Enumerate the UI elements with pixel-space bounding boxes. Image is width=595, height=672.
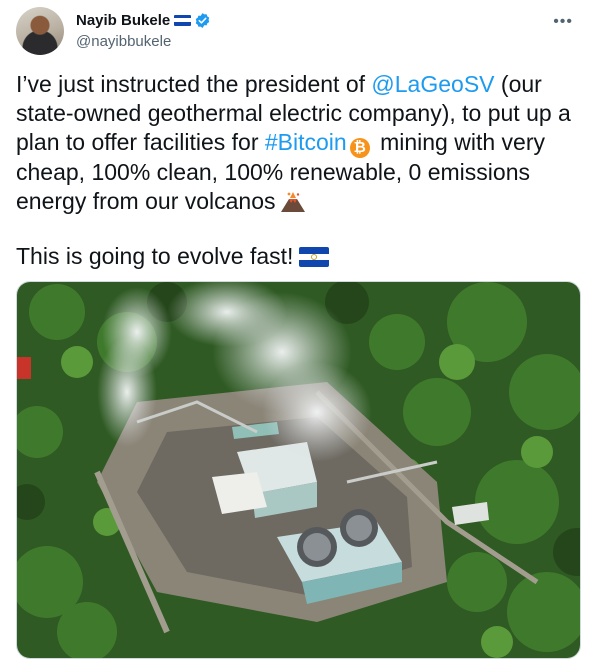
tweet-line: plan to offer facilities for #Bitcoin ₿ m… — [16, 128, 581, 158]
tweet-line: cheap, 100% clean, 100% renewable, 0 emi… — [16, 159, 530, 185]
tweet-line: state-owned geothermal electric company)… — [16, 100, 571, 126]
tweet-line: This is going to evolve fast! — [16, 242, 581, 271]
tweet-header: Nayib Bukele @nayibbukele ••• — [16, 7, 579, 55]
hashtag-link[interactable]: #Bitcoin — [265, 129, 347, 155]
text-segment: energy from our volcanos — [16, 188, 276, 214]
tweet-line: I’ve just instructed the president of @L… — [16, 70, 581, 99]
verified-badge-icon — [195, 12, 210, 28]
tweet-line: energy from our volcanos — [16, 187, 581, 216]
text-segment: plan to offer facilities for — [16, 129, 265, 155]
author-handle[interactable]: @nayibbukele — [76, 33, 211, 50]
author-name[interactable]: Nayib Bukele — [76, 12, 170, 29]
volcano-icon — [280, 192, 305, 212]
text-segment: This is going to evolve fast! — [16, 243, 294, 269]
author-info: Nayib Bukele @nayibbukele — [76, 11, 211, 50]
el-salvador-flag-icon — [299, 247, 330, 267]
name-row: Nayib Bukele — [76, 11, 211, 29]
text-segment: mining with very — [373, 129, 545, 155]
tweet-photo[interactable] — [16, 281, 581, 659]
avatar[interactable] — [16, 7, 64, 55]
tweet-text: I’ve just instructed the president of @L… — [16, 70, 581, 271]
mention-link[interactable]: @LaGeoSV — [371, 71, 494, 97]
geothermal-plant-image — [17, 282, 580, 658]
bitcoin-icon: ₿ — [349, 138, 370, 158]
text-segment: I’ve just instructed the president of — [16, 71, 372, 97]
text-segment: (our — [494, 71, 542, 97]
el-salvador-flag-icon — [174, 14, 192, 26]
more-options-icon[interactable]: ••• — [553, 13, 573, 31]
